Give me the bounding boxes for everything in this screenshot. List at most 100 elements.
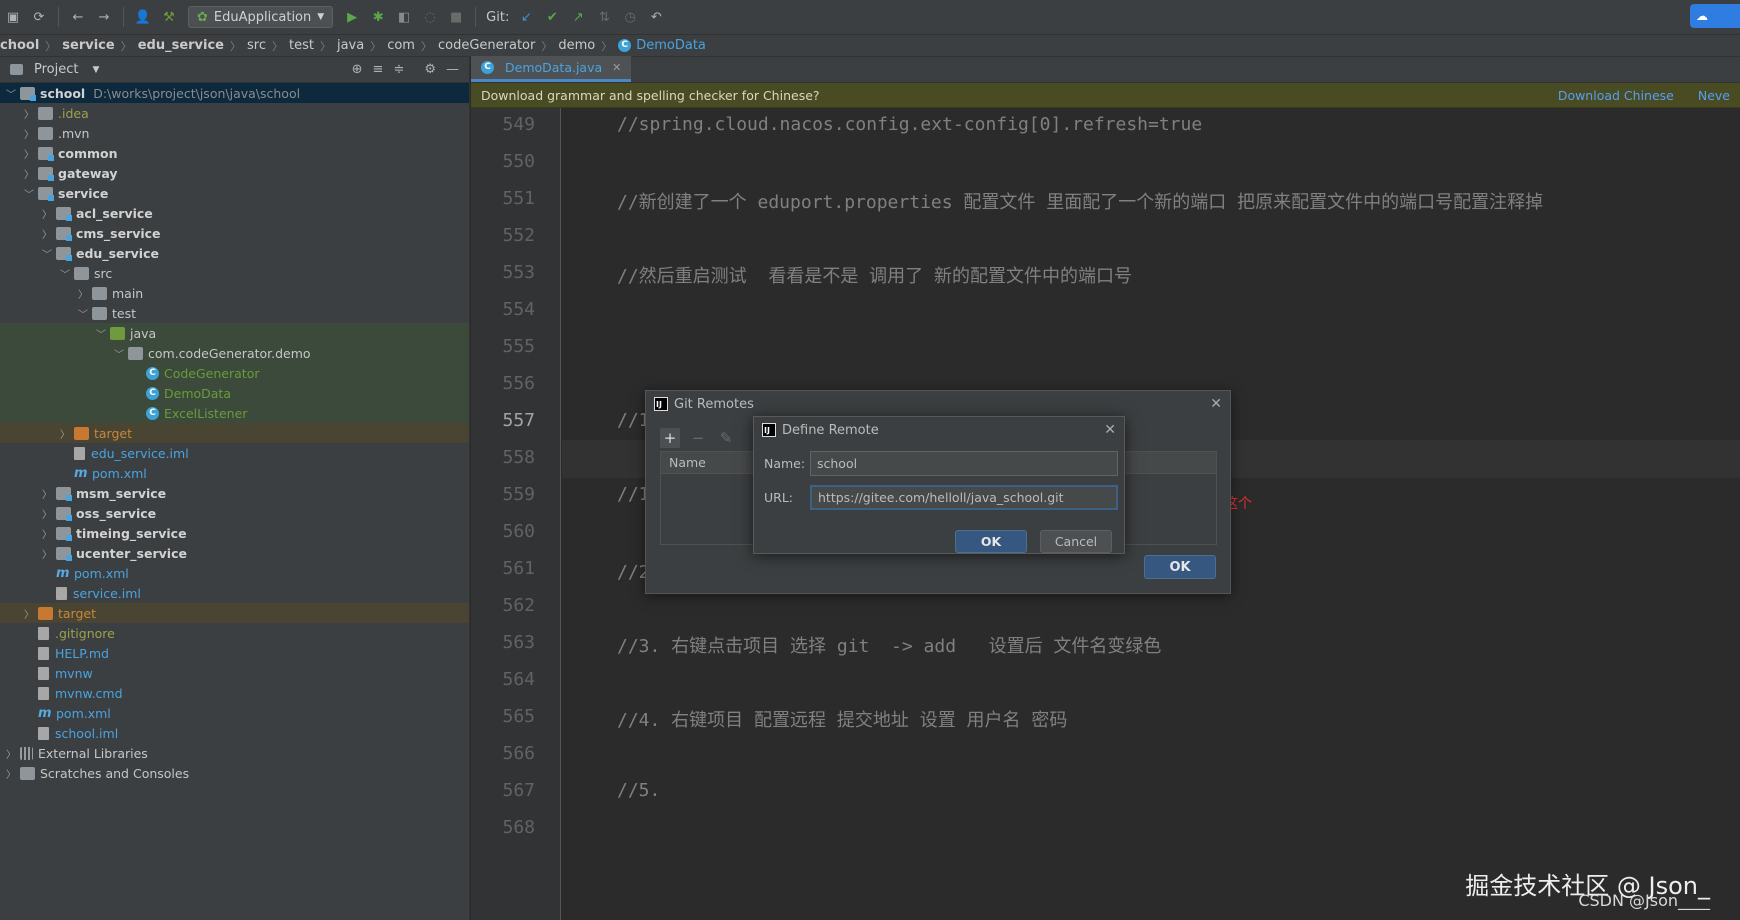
tree-item[interactable]: ﹀ school D:\works\project\json\java\school xyxy=(0,83,469,103)
breadcrumb-item[interactable]: src 〉 xyxy=(247,38,289,54)
chevron-down-icon[interactable]: ﹀ xyxy=(76,306,90,321)
save-icon[interactable]: ▣ xyxy=(4,8,22,26)
chevron-right-icon[interactable]: 〉 xyxy=(40,486,54,501)
code-line[interactable]: //3. 右键点击项目 选择 git -> add 设置后 文件名变绿色 xyxy=(617,632,1161,658)
gear-icon[interactable]: ⚙ xyxy=(424,62,436,77)
breadcrumb-item[interactable]: demo 〉 xyxy=(558,38,618,54)
chevron-down-icon[interactable]: ﹀ xyxy=(112,346,126,361)
tree-item[interactable]: ﹀ service xyxy=(0,183,469,203)
chevron-right-icon[interactable]: 〉 xyxy=(22,606,36,621)
tree-item[interactable]: service.iml xyxy=(0,583,469,603)
debug-icon[interactable]: ✱ xyxy=(369,8,387,26)
tree-item[interactable]: 〉 External Libraries xyxy=(0,743,469,763)
remote-url-input[interactable] xyxy=(810,485,1118,510)
chevron-right-icon[interactable]: 〉 xyxy=(40,206,54,221)
forward-icon[interactable]: → xyxy=(95,8,113,26)
breadcrumb-item[interactable]: com 〉 xyxy=(387,38,438,54)
tree-item[interactable]: 〉 Scratches and Consoles xyxy=(0,763,469,783)
git-update-icon[interactable]: ↙ xyxy=(517,8,535,26)
tree-item[interactable]: HELP.md xyxy=(0,643,469,663)
remotes-ok-button[interactable]: OK xyxy=(1144,555,1216,579)
cancel-button[interactable]: Cancel xyxy=(1040,530,1112,553)
tree-item[interactable]: 〉 cms_service xyxy=(0,223,469,243)
build-hammer-icon[interactable]: ⚒ xyxy=(160,8,178,26)
tree-item[interactable]: 〉 target xyxy=(0,423,469,443)
chevron-right-icon[interactable]: 〉 xyxy=(40,526,54,541)
code-line[interactable]: //4. 右键项目 配置远程 提交地址 设置 用户名 密码 xyxy=(617,706,1067,732)
git-history-icon[interactable]: ◷ xyxy=(621,8,639,26)
tree-item[interactable]: 〉 .mvn xyxy=(0,123,469,143)
chevron-right-icon[interactable]: 〉 xyxy=(76,286,90,301)
tree-item[interactable]: 〉 target xyxy=(0,603,469,623)
chevron-down-icon[interactable]: ﹀ xyxy=(94,326,108,341)
stop-icon[interactable]: ■ xyxy=(447,8,465,26)
breadcrumb-item[interactable]: codeGenerator 〉 xyxy=(438,38,558,54)
tree-item[interactable]: ﹀ test xyxy=(0,303,469,323)
download-chinese-link[interactable]: Download Chinese xyxy=(1558,88,1674,103)
profile-icon[interactable]: ◌ xyxy=(421,8,439,26)
code-line[interactable]: //然后重启测试 看看是不是 调用了 新的配置文件中的端口号 xyxy=(617,262,1132,288)
tree-item[interactable]: 〉 common xyxy=(0,143,469,163)
edit-icon[interactable]: ✎ xyxy=(716,428,736,448)
never-link[interactable]: Neve xyxy=(1698,88,1730,103)
chevron-right-icon[interactable]: 〉 xyxy=(40,506,54,521)
code-line[interactable]: //spring.cloud.nacos.config.ext-config[0… xyxy=(617,114,1202,135)
baidu-cloud-badge[interactable]: ☁ xyxy=(1690,4,1740,28)
breadcrumb-item[interactable]: chool 〉 xyxy=(0,38,62,54)
chevron-right-icon[interactable]: 〉 xyxy=(40,546,54,561)
chevron-right-icon[interactable]: 〉 xyxy=(58,426,72,441)
tree-item[interactable]: ﹀ com.codeGenerator.demo xyxy=(0,343,469,363)
sync-icon[interactable]: ⟳ xyxy=(30,8,48,26)
tree-item[interactable]: C DemoData xyxy=(0,383,469,403)
tree-item[interactable]: 〉 acl_service xyxy=(0,203,469,223)
close-icon[interactable]: ✕ xyxy=(1104,422,1116,438)
add-icon[interactable]: + xyxy=(660,428,680,448)
tree-item[interactable]: edu_service.iml xyxy=(0,443,469,463)
tree-item[interactable]: ﹀ src xyxy=(0,263,469,283)
locate-icon[interactable]: ⊕ xyxy=(352,62,363,77)
tree-item[interactable]: m pom.xml xyxy=(0,703,469,723)
tree-item[interactable]: m pom.xml xyxy=(0,463,469,483)
expand-all-icon[interactable]: ≡ xyxy=(373,62,384,77)
chevron-down-icon[interactable]: ﹀ xyxy=(58,266,72,281)
git-push-icon[interactable]: ↗ xyxy=(569,8,587,26)
tree-item[interactable]: 〉 main xyxy=(0,283,469,303)
coverage-icon[interactable]: ◧ xyxy=(395,8,413,26)
chevron-down-icon[interactable]: ﹀ xyxy=(4,86,18,101)
breadcrumb-item[interactable]: edu_service 〉 xyxy=(138,38,247,54)
tree-item[interactable]: C ExcelListener xyxy=(0,403,469,423)
chevron-right-icon[interactable]: 〉 xyxy=(22,166,36,181)
chevron-right-icon[interactable]: 〉 xyxy=(22,146,36,161)
back-icon[interactable]: ← xyxy=(69,8,87,26)
chevron-down-icon[interactable]: ﹀ xyxy=(40,246,54,261)
tree-item[interactable]: ﹀ java xyxy=(0,323,469,343)
tree-item[interactable]: mvnw xyxy=(0,663,469,683)
git-rollback-icon[interactable]: ↶ xyxy=(647,8,665,26)
run-icon[interactable]: ▶ xyxy=(343,8,361,26)
remote-name-input[interactable] xyxy=(810,451,1118,476)
chevron-right-icon[interactable]: 〉 xyxy=(22,126,36,141)
run-config-select[interactable]: ✿ EduApplication ▼ xyxy=(188,6,334,28)
tree-item[interactable]: ﹀ edu_service xyxy=(0,243,469,263)
project-view-selector[interactable]: Project ▼ xyxy=(10,62,99,77)
chevron-right-icon[interactable]: 〉 xyxy=(4,766,18,781)
code-line[interactable]: //新创建了一个 eduport.properties 配置文件 里面配了一个新… xyxy=(617,188,1543,214)
breadcrumb-item[interactable]: test 〉 xyxy=(289,38,337,54)
user-icon[interactable]: 👤 xyxy=(134,8,152,26)
tree-item[interactable]: C CodeGenerator xyxy=(0,363,469,383)
tree-item[interactable]: school.iml xyxy=(0,723,469,743)
tree-item[interactable]: .gitignore xyxy=(0,623,469,643)
tree-item[interactable]: m pom.xml xyxy=(0,563,469,583)
tree-item[interactable]: 〉 msm_service xyxy=(0,483,469,503)
git-commit-icon[interactable]: ✔ xyxy=(543,8,561,26)
collapse-all-icon[interactable]: ≑ xyxy=(393,62,404,77)
tree-item[interactable]: 〉 gateway xyxy=(0,163,469,183)
code-line[interactable]: //5. xyxy=(617,780,660,801)
breadcrumb-item[interactable]: service 〉 xyxy=(62,38,137,54)
breadcrumb-item[interactable]: java 〉 xyxy=(337,38,387,54)
close-icon[interactable]: ✕ xyxy=(1210,396,1222,412)
tree-item[interactable]: 〉 oss_service xyxy=(0,503,469,523)
chevron-right-icon[interactable]: 〉 xyxy=(22,106,36,121)
tree-item[interactable]: mvnw.cmd xyxy=(0,683,469,703)
tree-item[interactable]: 〉 .idea xyxy=(0,103,469,123)
